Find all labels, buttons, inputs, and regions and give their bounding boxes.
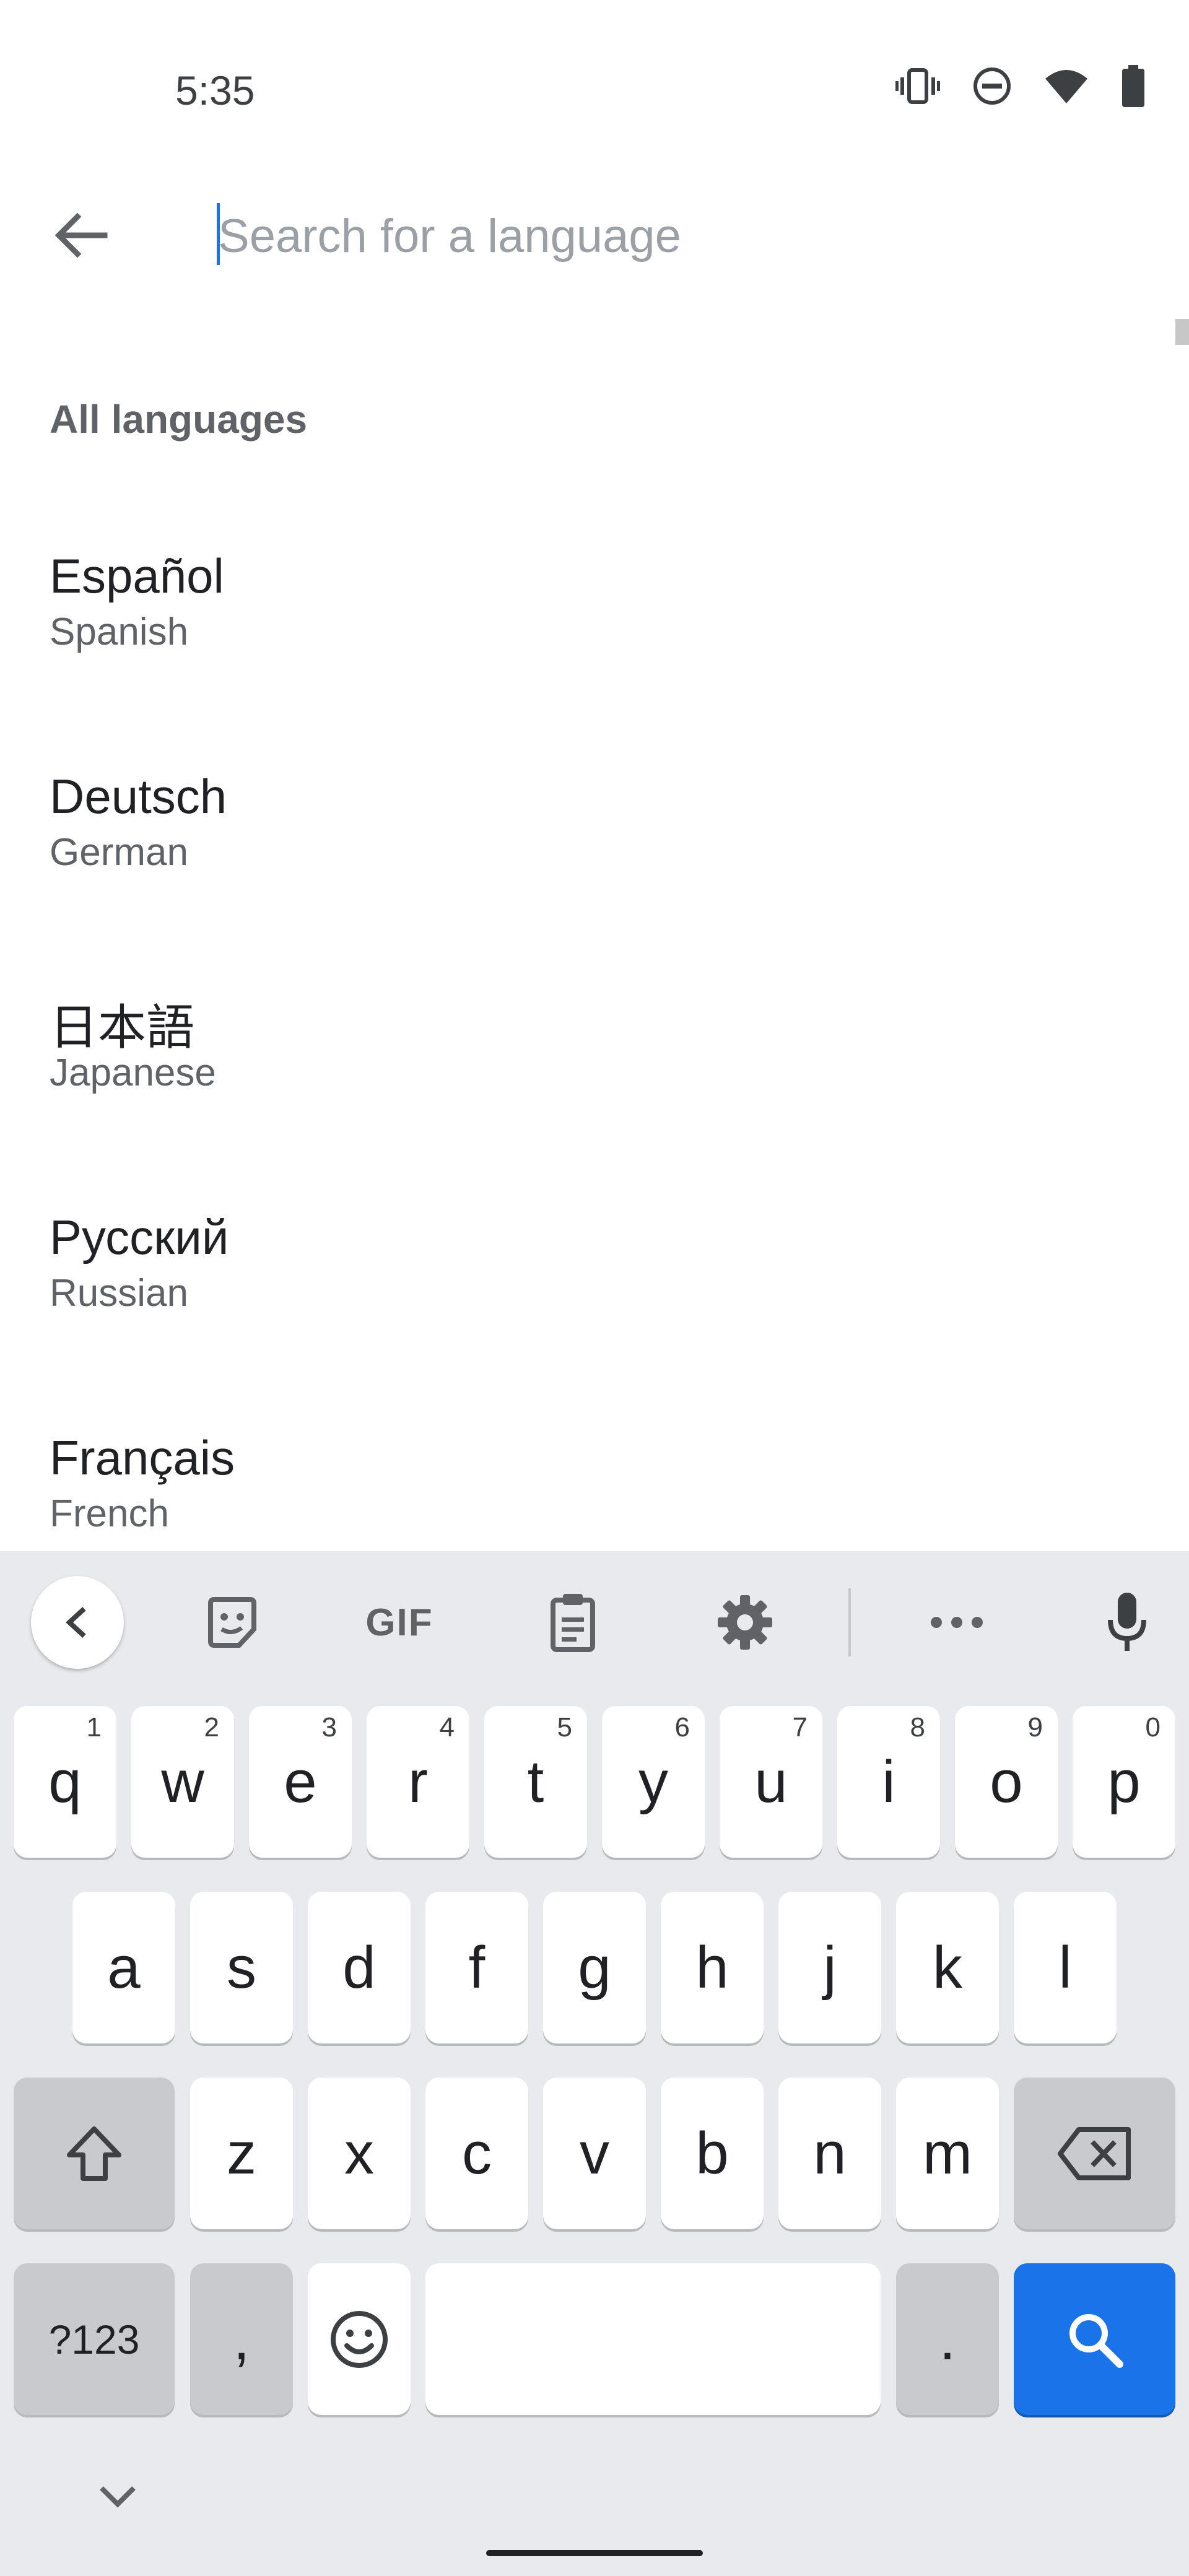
key-t[interactable]: t5 bbox=[484, 1706, 587, 1858]
chevron-left-icon bbox=[66, 1607, 86, 1638]
language-subtitle: French bbox=[50, 1492, 169, 1535]
language-subtitle: German bbox=[50, 831, 188, 874]
arrow-back-icon bbox=[54, 212, 108, 258]
key-m[interactable]: m bbox=[896, 2078, 999, 2229]
key-c[interactable]: c bbox=[425, 2078, 528, 2229]
vibrate-icon bbox=[895, 68, 940, 104]
backspace-key[interactable] bbox=[1014, 2078, 1175, 2229]
space-bar[interactable] bbox=[425, 2263, 881, 2415]
language-item-japanese[interactable]: 日本語 Japanese bbox=[0, 964, 1189, 1185]
gesture-home-bar[interactable] bbox=[486, 2550, 703, 2556]
clipboard-button[interactable] bbox=[526, 1576, 619, 1669]
emoji-icon bbox=[331, 2310, 388, 2368]
keyboard-toolbar: GIF bbox=[0, 1551, 1189, 1690]
key-h[interactable]: h bbox=[661, 1892, 764, 2043]
language-name: Deutsch bbox=[50, 769, 227, 824]
key-p[interactable]: p0 bbox=[1073, 1706, 1175, 1858]
key-x[interactable]: x bbox=[308, 2078, 411, 2229]
period-key[interactable]: . bbox=[896, 2263, 999, 2415]
more-button[interactable] bbox=[910, 1576, 1003, 1669]
scrollbar-thumb[interactable] bbox=[1175, 319, 1189, 345]
toolbar-divider bbox=[848, 1588, 851, 1656]
text-cursor bbox=[217, 203, 220, 265]
key-w[interactable]: w2 bbox=[131, 1706, 234, 1858]
language-subtitle: Spanish bbox=[50, 611, 189, 653]
key-u[interactable]: u7 bbox=[720, 1706, 822, 1858]
language-name: 日本語 bbox=[50, 1000, 195, 1055]
on-screen-keyboard: GIF q 1 w 2 e 3 r 4 t 5 y 6 u 7 i 8 o 9 … bbox=[0, 1551, 1189, 2576]
clipboard-icon bbox=[551, 1594, 595, 1652]
emoji-key[interactable] bbox=[308, 2263, 411, 2415]
language-name: Русский bbox=[50, 1210, 229, 1264]
language-search-input[interactable] bbox=[218, 202, 1116, 270]
comma-key[interactable]: , bbox=[190, 2263, 293, 2415]
key-q[interactable]: q1 bbox=[14, 1706, 116, 1858]
more-icon bbox=[931, 1617, 983, 1628]
key-v[interactable]: v bbox=[543, 2078, 646, 2229]
gif-button[interactable]: GIF bbox=[353, 1576, 446, 1669]
language-item-spanish[interactable]: Español Spanish bbox=[0, 523, 1189, 744]
hide-keyboard-button[interactable] bbox=[93, 2477, 142, 2517]
language-item-french[interactable]: Français French bbox=[0, 1405, 1189, 1551]
section-title-all-languages: All languages bbox=[50, 397, 308, 442]
backspace-icon bbox=[1057, 2126, 1131, 2180]
key-n[interactable]: n bbox=[778, 2078, 881, 2229]
sticker-icon bbox=[208, 1597, 256, 1648]
search-icon bbox=[1069, 2313, 1123, 2368]
shift-key[interactable] bbox=[14, 2078, 175, 2229]
key-y[interactable]: y6 bbox=[602, 1706, 705, 1858]
key-k[interactable]: k bbox=[896, 1892, 999, 2043]
key-f[interactable]: f bbox=[425, 1892, 528, 2043]
key-z[interactable]: z bbox=[190, 2078, 293, 2229]
voice-input-button[interactable] bbox=[1081, 1576, 1174, 1669]
key-s[interactable]: s bbox=[190, 1892, 293, 2043]
language-item-german[interactable]: Deutsch German bbox=[0, 744, 1189, 964]
language-name: Français bbox=[50, 1430, 235, 1485]
chevron-down-icon bbox=[100, 2486, 136, 2508]
status-icons bbox=[895, 65, 1146, 107]
language-subtitle: Russian bbox=[50, 1272, 188, 1315]
key-r[interactable]: r4 bbox=[367, 1706, 469, 1858]
symbols-key[interactable]: ?123 bbox=[14, 2263, 175, 2415]
status-time: 5:35 bbox=[175, 67, 255, 113]
key-d[interactable]: d bbox=[308, 1892, 411, 2043]
language-subtitle: Japanese bbox=[50, 1051, 216, 1094]
toolbar-collapse-button[interactable] bbox=[31, 1576, 124, 1669]
back-button[interactable] bbox=[43, 198, 118, 272]
key-g[interactable]: g bbox=[543, 1892, 646, 2043]
key-a[interactable]: a bbox=[72, 1892, 175, 2043]
do-not-disturb-icon bbox=[973, 67, 1011, 105]
battery-icon bbox=[1122, 65, 1144, 107]
key-j[interactable]: j bbox=[778, 1892, 881, 2043]
language-name: Español bbox=[50, 549, 224, 603]
key-l[interactable]: l bbox=[1014, 1892, 1117, 2043]
key-b[interactable]: b bbox=[661, 2078, 764, 2229]
wifi-icon bbox=[1045, 70, 1087, 103]
microphone-icon bbox=[1108, 1593, 1146, 1651]
shift-icon bbox=[67, 2126, 121, 2181]
language-item-russian[interactable]: Русский Russian bbox=[0, 1185, 1189, 1405]
key-i[interactable]: i8 bbox=[837, 1706, 940, 1858]
key-o[interactable]: o9 bbox=[955, 1706, 1058, 1858]
settings-icon bbox=[718, 1595, 772, 1650]
search-action-key[interactable] bbox=[1014, 2263, 1175, 2415]
sticker-button[interactable] bbox=[186, 1576, 279, 1669]
settings-button[interactable] bbox=[699, 1576, 791, 1669]
key-e[interactable]: e3 bbox=[249, 1706, 352, 1858]
